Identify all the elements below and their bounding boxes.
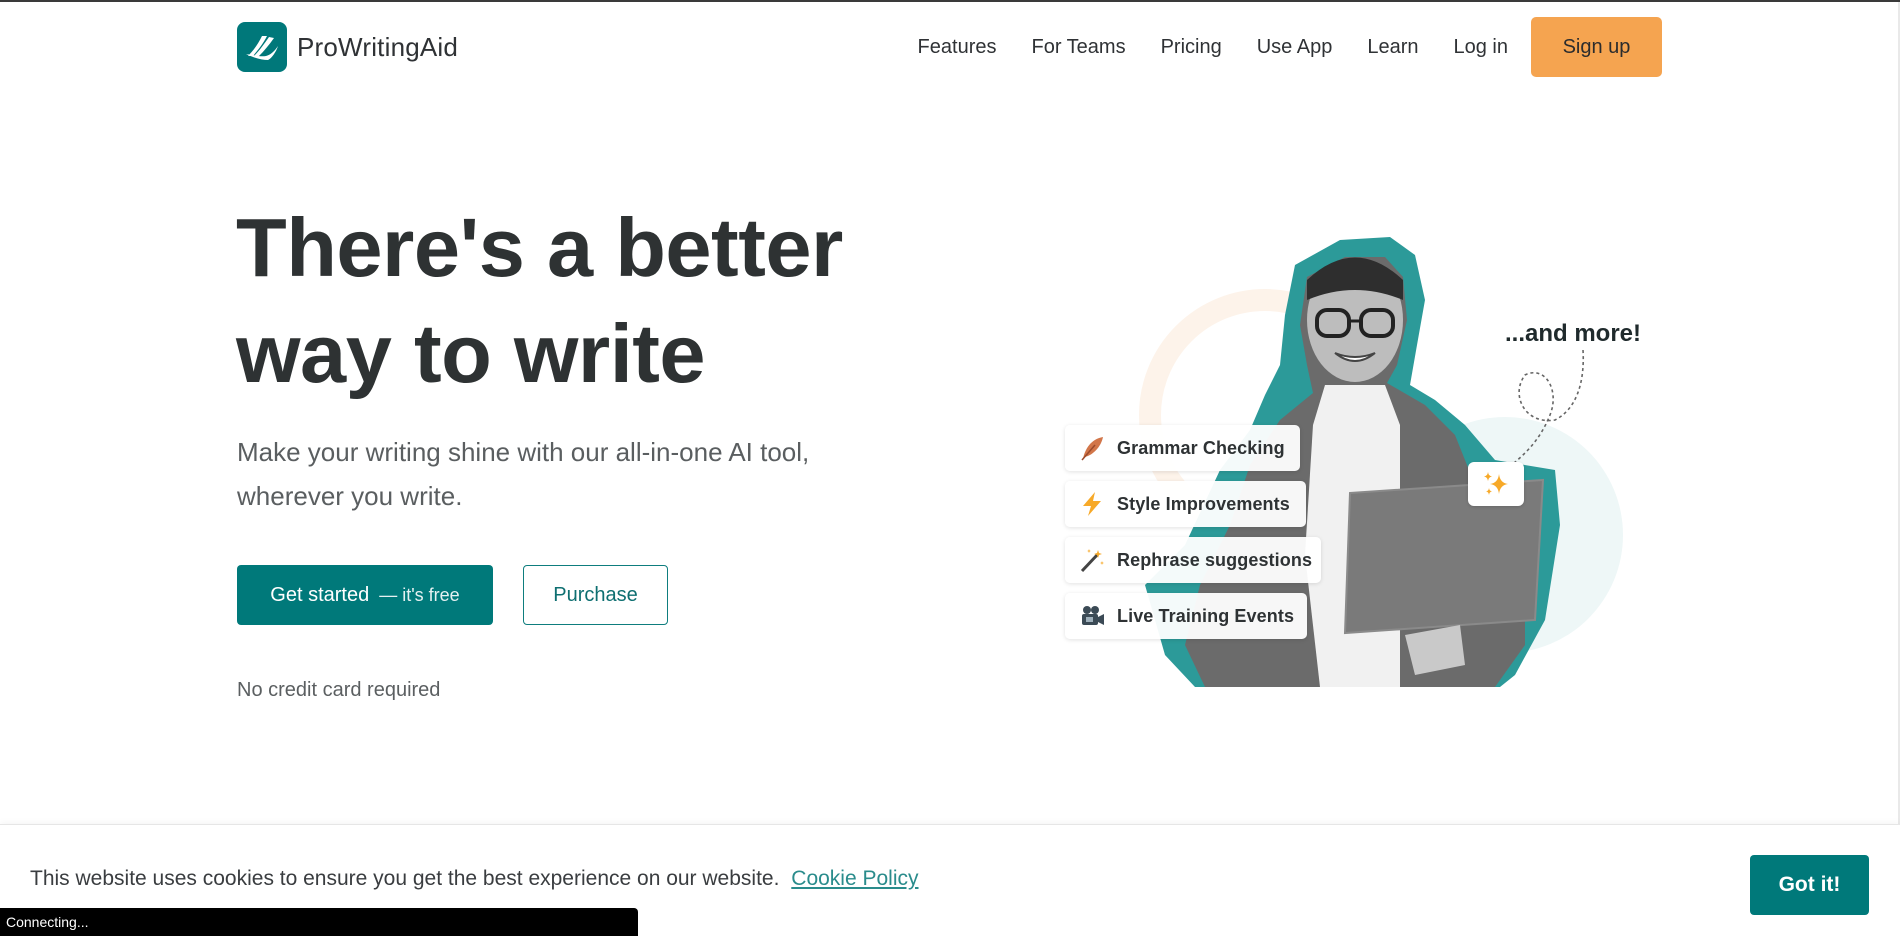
magic-wand-icon	[1079, 547, 1105, 573]
free-label: — it's free	[379, 584, 460, 605]
logo-book-check-icon	[237, 22, 287, 72]
main-nav: Features For Teams Pricing Use App Learn…	[918, 17, 1662, 77]
feature-card-rephrase: Rephrase suggestions	[1065, 537, 1321, 583]
hero-illustration: ...and more! Grammar Checking Style Impr…	[1055, 225, 1645, 700]
purchase-button[interactable]: Purchase	[523, 565, 668, 625]
no-credit-card-note: No credit card required	[237, 679, 441, 701]
brand-name: ProWritingAid	[297, 31, 459, 62]
feature-label: Style Improvements	[1117, 493, 1290, 514]
nav-for-teams[interactable]: For Teams	[1031, 36, 1125, 59]
site-header: ProWritingAid Features For Teams Pricing…	[0, 2, 1900, 92]
hero-title: There's a better way to write	[236, 195, 843, 407]
hero-subtitle-line-1: Make your writing shine with our all-in-…	[237, 437, 810, 467]
hero-title-line-1: There's a better	[236, 201, 843, 294]
feature-card-grammar: Grammar Checking	[1065, 425, 1300, 471]
feature-card-training: Live Training Events	[1065, 593, 1307, 639]
video-camera-icon	[1079, 603, 1105, 629]
feature-label: Grammar Checking	[1117, 437, 1285, 458]
accept-cookies-button[interactable]: Got it!	[1750, 855, 1869, 915]
sparkle-icon	[1484, 472, 1508, 495]
browser-status-bar: Connecting...	[0, 908, 638, 936]
brand-logo[interactable]: ProWritingAid	[237, 22, 458, 72]
feature-label: Live Training Events	[1117, 605, 1295, 626]
and-more-label: ...and more!	[1505, 320, 1642, 347]
nav-pricing[interactable]: Pricing	[1161, 36, 1222, 59]
ai-sparkle-badge	[1468, 462, 1524, 506]
feather-icon	[1079, 435, 1105, 461]
cookie-policy-link[interactable]: Cookie Policy	[791, 867, 918, 890]
sign-up-button[interactable]: Sign up	[1531, 17, 1662, 77]
nav-learn[interactable]: Learn	[1367, 36, 1418, 59]
feature-label: Rephrase suggestions	[1117, 549, 1313, 570]
hero-subtitle: Make your writing shine with our all-in-…	[237, 430, 857, 518]
hero-title-line-2: way to write	[236, 307, 706, 400]
cookie-message: This website uses cookies to ensure you …	[30, 867, 780, 890]
cookie-message-wrap: This website uses cookies to ensure you …	[30, 867, 919, 891]
get-started-label: Get started	[270, 583, 370, 606]
get-started-button[interactable]: Get started — it's free	[237, 565, 493, 625]
nav-features[interactable]: Features	[918, 36, 997, 59]
nav-log-in[interactable]: Log in	[1454, 36, 1509, 59]
feature-card-style: Style Improvements	[1065, 481, 1306, 527]
hero-subtitle-line-2: wherever you write.	[237, 481, 463, 511]
nav-use-app[interactable]: Use App	[1257, 36, 1333, 59]
lightning-icon	[1079, 491, 1105, 517]
